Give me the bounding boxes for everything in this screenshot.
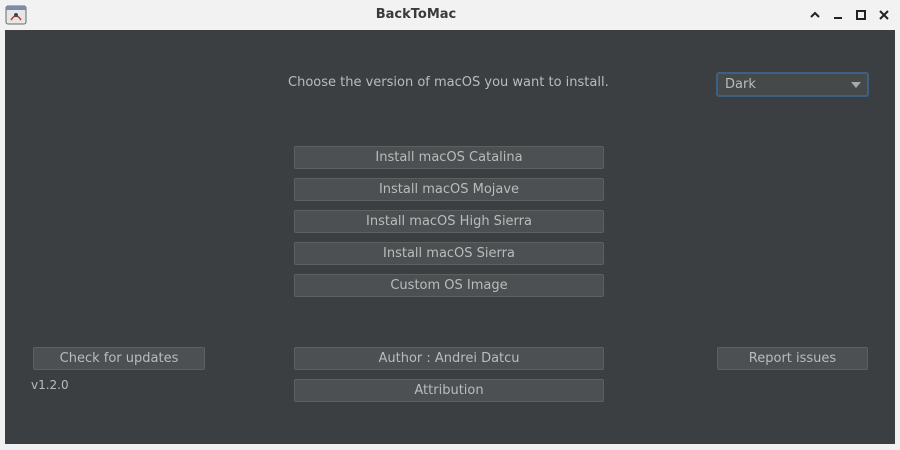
window-title: BackToMac (375, 7, 457, 22)
install-sierra-button[interactable]: Install macOS Sierra (294, 242, 604, 265)
report-issues-button[interactable]: Report issues (717, 347, 868, 370)
install-high-sierra-button[interactable]: Install macOS High Sierra (294, 210, 604, 233)
install-mojave-button[interactable]: Install macOS Mojave (294, 178, 604, 201)
theme-select[interactable]: Dark (716, 72, 869, 97)
version-label: v1.2.0 (31, 378, 69, 392)
install-catalina-button[interactable]: Install macOS Catalina (294, 146, 604, 169)
maximize-icon[interactable] (853, 7, 869, 23)
theme-select-value: Dark (725, 77, 756, 92)
author-button[interactable]: Author : Andrei Datcu (294, 347, 604, 370)
check-updates-button[interactable]: Check for updates (33, 347, 205, 370)
attribution-button[interactable]: Attribution (294, 379, 604, 402)
chevron-up-icon[interactable] (807, 7, 823, 23)
minimize-icon[interactable] (830, 7, 846, 23)
instruction-label: Choose the version of macOS you want to … (288, 75, 609, 90)
app-window: BackToMac Choose the version of macOS yo… (0, 0, 900, 450)
close-icon[interactable] (876, 7, 892, 23)
custom-os-image-button[interactable]: Custom OS Image (294, 274, 604, 297)
title-bar[interactable]: BackToMac (0, 0, 900, 30)
chevron-down-icon (851, 82, 861, 88)
